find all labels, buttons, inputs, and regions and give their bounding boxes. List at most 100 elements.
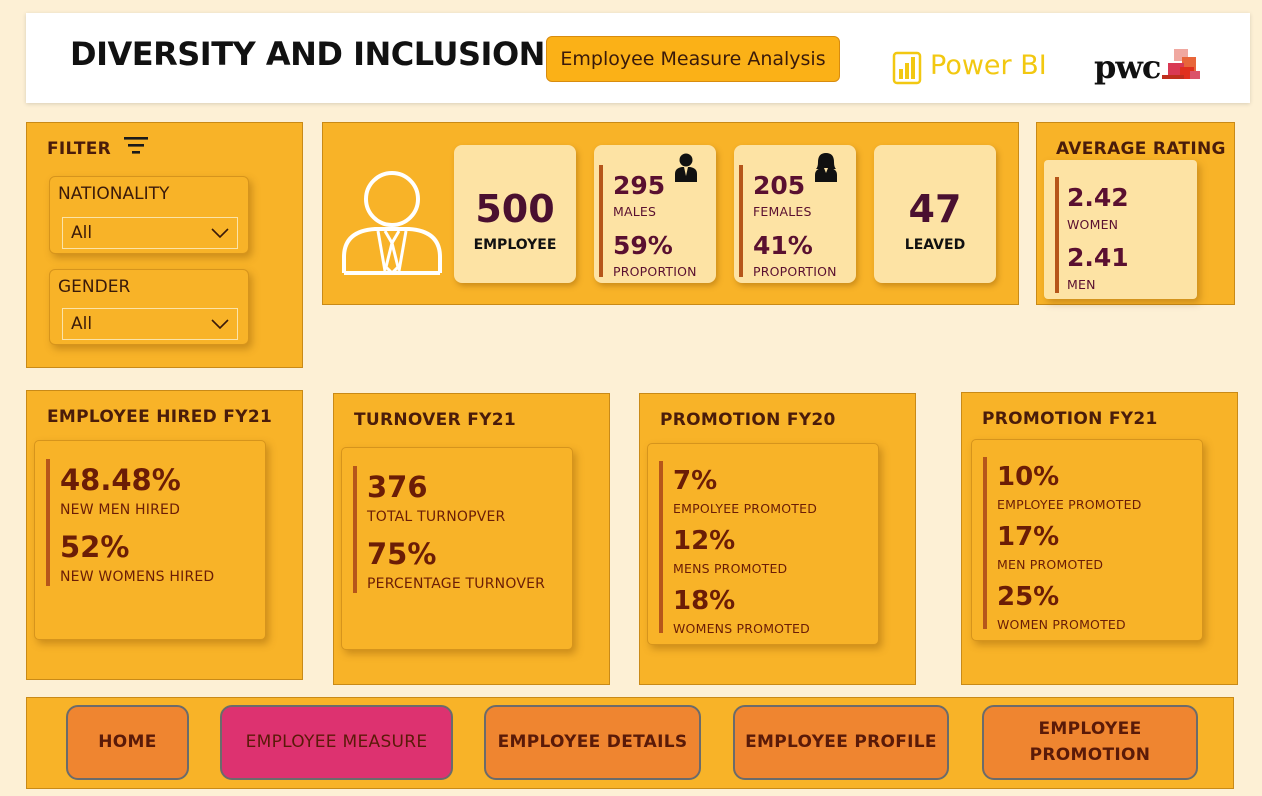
percentage-turnover-value: 75% xyxy=(367,537,437,571)
employee-hired-card: 48.48% NEW MEN HIRED 52% NEW WOMENS HIRE… xyxy=(34,440,266,640)
gender-value: All xyxy=(71,314,93,334)
men-rating-label: MEN xyxy=(1067,277,1096,292)
men-rating-value: 2.41 xyxy=(1067,243,1129,272)
nav-home-button[interactable]: HOME xyxy=(66,705,189,780)
average-rating-title: AVERAGE RATING xyxy=(1056,139,1226,159)
fy20-womens-promoted-value: 18% xyxy=(673,586,736,616)
nationality-label: NATIONALITY xyxy=(58,184,170,204)
nav-home-label: HOME xyxy=(98,731,157,752)
chevron-down-icon xyxy=(211,228,229,238)
kpi-panel: 500 EMPLOYEE 295 MALES 59% PROPORTION 20… xyxy=(322,122,1019,305)
average-rating-card: 2.42 WOMEN 2.41 MEN xyxy=(1044,160,1197,299)
males-label: MALES xyxy=(613,204,657,219)
fy21-women-promoted-label: WOMEN PROMOTED xyxy=(997,617,1126,632)
pwc-wordmark: pwc xyxy=(1094,48,1161,86)
gender-slicer: GENDER All xyxy=(49,269,249,345)
males-proportion-label: PROPORTION xyxy=(613,264,697,279)
employee-hired-title: EMPLOYEE HIRED FY21 xyxy=(47,407,273,427)
promotion-fy20-card: 7% EMPOLYEE PROMOTED 12% MENS PROMOTED 1… xyxy=(647,443,879,645)
fy20-womens-promoted-label: WOMENS PROMOTED xyxy=(673,621,810,636)
promotion-fy20-panel: PROMOTION FY20 7% EMPOLYEE PROMOTED 12% … xyxy=(639,393,916,685)
fy21-men-promoted-value: 17% xyxy=(997,522,1060,552)
fy21-employee-promoted-value: 10% xyxy=(997,462,1060,492)
nationality-value: All xyxy=(71,223,93,243)
nav-employee-measure-button[interactable]: EMPLOYEE MEASURE xyxy=(220,705,453,780)
turnover-title: TURNOVER FY21 xyxy=(354,410,516,430)
fy20-mens-promoted-label: MENS PROMOTED xyxy=(673,561,788,576)
accent-bar xyxy=(1055,177,1059,293)
new-men-hired-value: 48.48% xyxy=(60,463,181,497)
males-proportion-value: 59% xyxy=(613,231,673,260)
page-subtitle-badge: Employee Measure Analysis xyxy=(546,36,840,82)
nav-employee-details-label: EMPLOYEE DETAILS xyxy=(497,731,688,752)
filter-panel: FILTER NATIONALITY All GENDER All xyxy=(26,122,303,368)
promotion-fy21-panel: PROMOTION FY21 10% EMPLOYEE PROMOTED 17%… xyxy=(961,392,1238,685)
total-turnover-value: 376 xyxy=(367,470,428,504)
nav-employee-promotion-label-line1: EMPLOYEE xyxy=(1038,719,1142,739)
nav-employee-profile-button[interactable]: EMPLOYEE PROFILE xyxy=(733,705,949,780)
leaved-value: 47 xyxy=(908,187,962,231)
employee-person-icon xyxy=(342,171,442,275)
fy20-employee-promoted-label: EMPOLYEE PROMOTED xyxy=(673,501,818,516)
accent-bar xyxy=(739,165,743,277)
chevron-down-icon xyxy=(211,319,229,329)
females-label: FEMALES xyxy=(753,204,812,219)
fy21-women-promoted-value: 25% xyxy=(997,582,1060,612)
turnover-card: 376 TOTAL TURNOPVER 75% PERCENTAGE TURNO… xyxy=(341,447,573,650)
accent-bar xyxy=(599,165,603,277)
females-value: 205 xyxy=(753,171,806,200)
nav-employee-promotion-button[interactable]: EMPLOYEE PROMOTION xyxy=(982,705,1198,780)
female-user-icon xyxy=(815,153,837,182)
gender-label: GENDER xyxy=(58,277,131,297)
women-rating-value: 2.42 xyxy=(1067,183,1129,212)
powerbi-icon xyxy=(892,51,922,85)
male-user-icon xyxy=(675,153,697,182)
women-rating-label: WOMEN xyxy=(1067,217,1119,232)
new-men-hired-label: NEW MEN HIRED xyxy=(60,502,181,518)
pwc-logo: pwc xyxy=(1094,45,1202,89)
nationality-dropdown[interactable]: All xyxy=(62,217,238,249)
new-women-hired-value: 52% xyxy=(60,530,130,564)
males-value: 295 xyxy=(613,171,666,200)
promotion-fy21-card: 10% EMPLOYEE PROMOTED 17% MEN PROMOTED 2… xyxy=(971,439,1203,641)
filter-title: FILTER xyxy=(47,139,112,159)
employee-count-card: 500 EMPLOYEE xyxy=(454,145,576,283)
nav-employee-details-button[interactable]: EMPLOYEE DETAILS xyxy=(484,705,701,780)
accent-bar xyxy=(46,459,50,586)
females-proportion-label: PROPORTION xyxy=(753,264,837,279)
fy20-employee-promoted-value: 7% xyxy=(673,466,718,496)
females-card: 205 FEMALES 41% PROPORTION xyxy=(734,145,856,283)
employee-hired-panel: EMPLOYEE HIRED FY21 48.48% NEW MEN HIRED… xyxy=(26,390,303,680)
nationality-slicer: NATIONALITY All xyxy=(49,176,249,254)
males-card: 295 MALES 59% PROPORTION xyxy=(594,145,716,283)
gender-dropdown[interactable]: All xyxy=(62,308,238,340)
employee-count-value: 500 xyxy=(475,187,555,231)
pwc-blocks-icon xyxy=(1162,49,1201,79)
average-rating-panel: AVERAGE RATING 2.42 WOMEN 2.41 MEN xyxy=(1036,122,1235,305)
nav-employee-promotion-label-line2: PROMOTION xyxy=(1029,744,1151,765)
turnover-panel: TURNOVER FY21 376 TOTAL TURNOPVER 75% PE… xyxy=(333,393,610,685)
nav-employee-measure-label: EMPLOYEE MEASURE xyxy=(245,731,428,752)
females-proportion-value: 41% xyxy=(753,231,813,260)
percentage-turnover-label: PERCENTAGE TURNOVER xyxy=(367,576,546,592)
powerbi-logo: Power BI xyxy=(892,43,1047,87)
fy21-men-promoted-label: MEN PROMOTED xyxy=(997,557,1104,572)
accent-bar xyxy=(983,457,987,629)
leaved-label: LEAVED xyxy=(904,237,966,253)
header-bar: DIVERSITY AND INCLUSION Employee Measure… xyxy=(26,13,1250,103)
fy21-employee-promoted-label: EMPLOYEE PROMOTED xyxy=(997,497,1142,512)
fy20-mens-promoted-value: 12% xyxy=(673,526,736,556)
accent-bar xyxy=(659,461,663,633)
filter-icon xyxy=(124,137,148,154)
leaved-card: 47 LEAVED xyxy=(874,145,996,283)
page-title: DIVERSITY AND INCLUSION xyxy=(70,35,545,73)
accent-bar xyxy=(353,466,357,593)
powerbi-wordmark: Power BI xyxy=(930,49,1047,81)
promotion-fy21-title: PROMOTION FY21 xyxy=(982,409,1158,429)
promotion-fy20-title: PROMOTION FY20 xyxy=(660,410,836,430)
employee-count-label: EMPLOYEE xyxy=(473,237,557,253)
new-women-hired-label: NEW WOMENS HIRED xyxy=(60,569,215,585)
nav-employee-profile-label: EMPLOYEE PROFILE xyxy=(745,731,937,752)
total-turnover-label: TOTAL TURNOPVER xyxy=(367,509,506,525)
navigation-bar: HOME EMPLOYEE MEASURE EMPLOYEE DETAILS E… xyxy=(26,697,1234,789)
